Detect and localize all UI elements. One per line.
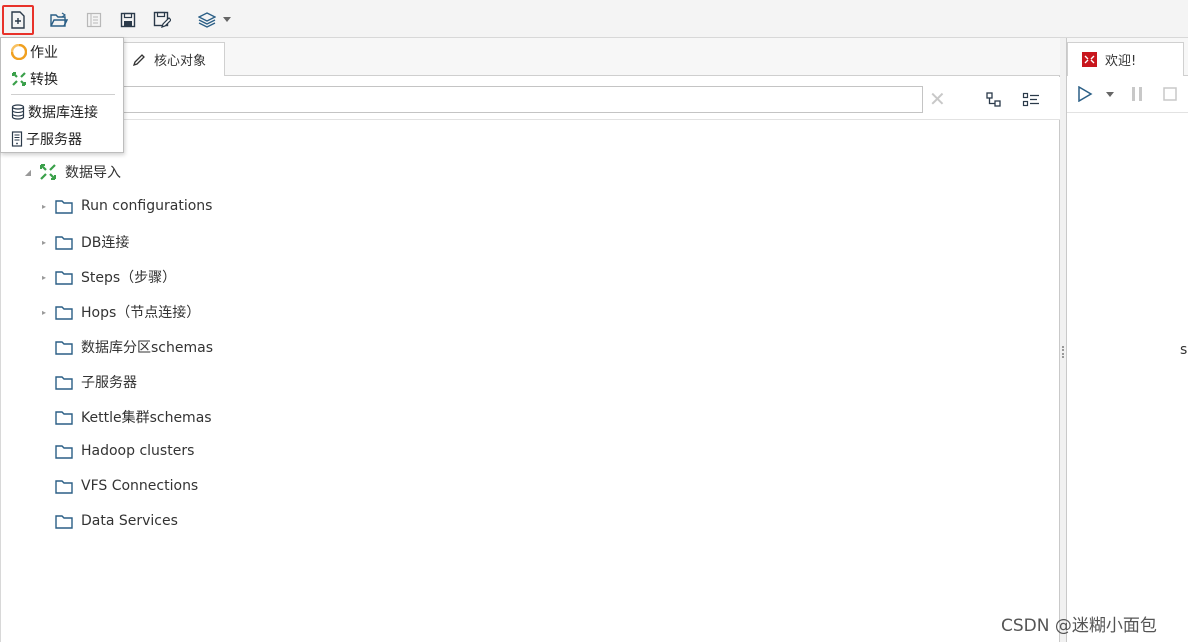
folder-icon xyxy=(55,340,73,355)
splitter-grip-icon[interactable] xyxy=(1062,346,1064,358)
tree-node-label: VFS Connections xyxy=(81,478,199,494)
folder-icon xyxy=(55,479,73,494)
tab-welcome[interactable]: 欢迎! xyxy=(1067,42,1184,76)
tree-node-label: 子服务器 xyxy=(81,375,137,391)
welcome-icon xyxy=(1082,52,1097,67)
menu-item-database-connection[interactable]: 数据库连接 xyxy=(1,99,123,125)
folder-icon xyxy=(55,375,73,390)
list-view-icon xyxy=(1022,92,1039,107)
tree-node-label: 数据库分区schemas xyxy=(81,340,213,356)
open-folder-icon xyxy=(50,12,68,27)
run-toolbar xyxy=(1067,77,1188,113)
layers-icon xyxy=(198,12,216,28)
database-icon xyxy=(11,104,25,120)
folder-icon xyxy=(55,235,73,250)
folder-icon xyxy=(55,305,73,320)
menu-item-job-label: 作业 xyxy=(30,45,58,61)
pause-icon[interactable] xyxy=(1130,86,1144,102)
explore-repository-button[interactable] xyxy=(81,7,107,33)
open-button[interactable] xyxy=(46,7,72,33)
search-row: ✕ xyxy=(1,77,1060,120)
tab-core-objects[interactable]: 核心对象 xyxy=(117,42,225,76)
server-icon xyxy=(11,131,23,147)
left-tab-bar: 核心对象 xyxy=(1,38,1060,76)
collapse-arrow-icon[interactable]: ◢ xyxy=(23,168,33,177)
tree-node-label: Hops（节点连接） xyxy=(81,305,201,321)
save-icon xyxy=(120,12,136,28)
run-icon[interactable] xyxy=(1077,86,1093,102)
right-tab-bar: 欢迎! xyxy=(1067,38,1188,76)
menu-item-transformation-label: 转换 xyxy=(30,72,58,88)
tree-node-hops[interactable]: ▸ Hops（节点连接） xyxy=(39,300,200,324)
new-file-button[interactable] xyxy=(2,5,34,35)
collapse-all-button[interactable] xyxy=(985,91,1003,109)
clear-search-icon[interactable]: ✕ xyxy=(929,89,946,109)
perspective-button[interactable] xyxy=(194,7,220,33)
tree-node-label: Kettle集群schemas xyxy=(81,410,212,426)
tree-node-label: Data Services xyxy=(81,513,178,529)
save-as-icon xyxy=(153,11,171,28)
transformation-icon xyxy=(12,72,26,86)
menu-item-transformation[interactable]: 转换 xyxy=(1,66,123,92)
folder-icon xyxy=(55,270,73,285)
left-panel: 核心对象 ✕ ◢ 数据导入 ▸ Run configurations ▸ DB连… xyxy=(0,38,1060,642)
tree-node-label: DB连接 xyxy=(81,235,130,251)
pencil-icon xyxy=(132,53,145,66)
tree-node-label: Run configurations xyxy=(81,198,213,214)
folder-icon xyxy=(55,514,73,529)
tree-node-db-connections[interactable]: ▸ DB连接 xyxy=(39,230,129,254)
tree-root-node[interactable]: ◢ 数据导入 xyxy=(23,160,121,184)
tree-node-data-services[interactable]: Data Services xyxy=(49,509,178,533)
object-tree: ◢ 数据导入 ▸ Run configurations ▸ DB连接 ▸ Ste… xyxy=(1,120,1060,640)
expand-arrow-icon[interactable]: ▸ xyxy=(39,308,49,317)
run-options-chevron-icon[interactable] xyxy=(1106,92,1114,98)
expand-all-button[interactable] xyxy=(1022,91,1040,109)
tree-node-slave-servers[interactable]: 子服务器 xyxy=(49,370,137,394)
folder-icon xyxy=(55,444,73,459)
tree-collapse-icon xyxy=(986,92,1001,107)
expand-arrow-icon[interactable]: ▸ xyxy=(39,238,49,247)
menu-separator xyxy=(11,94,115,95)
chevron-down-icon xyxy=(223,17,231,22)
tree-node-cluster-schemas[interactable]: Kettle集群schemas xyxy=(49,405,212,429)
folder-icon xyxy=(55,199,73,214)
new-dropdown-menu: 作业 转换 数据库连接 子服务器 xyxy=(0,37,124,153)
tree-node-hadoop-clusters[interactable]: Hadoop clusters xyxy=(49,439,194,463)
save-button[interactable] xyxy=(115,7,141,33)
right-panel: 欢迎! xyxy=(1066,38,1188,642)
tree-root-label: 数据导入 xyxy=(65,165,121,181)
perspective-dropdown[interactable] xyxy=(220,7,234,33)
menu-item-database-connection-label: 数据库连接 xyxy=(28,105,98,121)
menu-item-job[interactable]: 作业 xyxy=(1,39,123,65)
tree-node-label: Steps（步骤） xyxy=(81,270,177,286)
save-as-button[interactable] xyxy=(149,7,175,33)
tab-welcome-label: 欢迎! xyxy=(1105,54,1137,69)
menu-item-slave-server-label: 子服务器 xyxy=(26,132,82,148)
stop-icon[interactable] xyxy=(1163,87,1177,101)
new-file-icon xyxy=(11,11,25,29)
tree-node-label: Hadoop clusters xyxy=(81,443,195,459)
expand-arrow-icon[interactable]: ▸ xyxy=(39,202,49,211)
expand-arrow-icon[interactable]: ▸ xyxy=(39,273,49,282)
search-input[interactable] xyxy=(111,86,923,113)
job-icon xyxy=(11,44,27,60)
folder-icon xyxy=(55,410,73,425)
tree-node-run-configurations[interactable]: ▸ Run configurations xyxy=(39,194,212,218)
transformation-icon xyxy=(40,164,56,180)
tab-core-objects-label: 核心对象 xyxy=(154,54,207,69)
canvas-partial-text: s xyxy=(1180,342,1188,358)
main-toolbar xyxy=(0,0,1188,38)
watermark-text: CSDN @迷糊小面包 xyxy=(1001,616,1157,636)
tree-node-vfs-connections[interactable]: VFS Connections xyxy=(49,474,198,498)
explore-repository-icon xyxy=(86,12,102,28)
tree-node-partition-schemas[interactable]: 数据库分区schemas xyxy=(49,335,213,359)
menu-item-slave-server[interactable]: 子服务器 xyxy=(1,126,123,152)
tree-node-steps[interactable]: ▸ Steps（步骤） xyxy=(39,265,176,289)
